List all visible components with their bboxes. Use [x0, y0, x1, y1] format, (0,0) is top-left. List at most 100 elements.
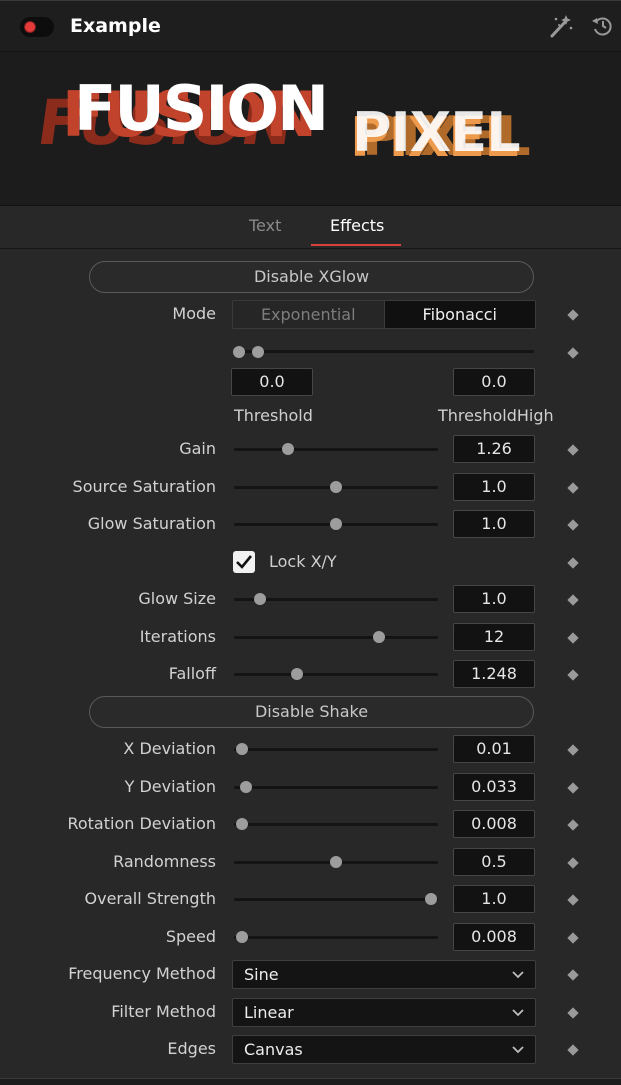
logo-banner: FUSION FUSION FUSION PIXEL PIXEL PIXEL [0, 52, 621, 206]
speed-field[interactable]: 0.008 [453, 923, 535, 951]
overall-strength-field[interactable]: 1.0 [453, 885, 535, 913]
iterations-field[interactable]: 12 [453, 623, 535, 651]
keyframe-icon[interactable] [567, 932, 579, 944]
keyframe-icon[interactable] [567, 594, 579, 606]
rotation-deviation-handle[interactable] [236, 818, 248, 830]
keyframe-icon[interactable] [567, 519, 579, 531]
x-deviation-label: X Deviation [123, 739, 216, 758]
lock-xy-checkbox[interactable] [233, 551, 255, 573]
y-deviation-label: Y Deviation [124, 777, 216, 796]
glow-size-label: Glow Size [138, 589, 216, 608]
fusion-pixel-logo: FUSION FUSION FUSION PIXEL PIXEL PIXEL [33, 72, 531, 169]
x-deviation-handle[interactable] [236, 743, 248, 755]
keyframe-icon[interactable] [567, 969, 579, 981]
threshold-high-handle[interactable] [252, 346, 264, 358]
source-saturation-label: Source Saturation [72, 477, 216, 496]
keyframe-icon[interactable] [567, 557, 579, 569]
overall-strength-label: Overall Strength [84, 889, 216, 908]
edges-label: Edges [167, 1039, 216, 1058]
y-deviation-slider[interactable] [234, 786, 438, 789]
keyframe-icon[interactable] [567, 1044, 579, 1056]
lock-xy-label: Lock X/Y [269, 552, 337, 571]
node-title: Example [70, 15, 161, 37]
keyframe-icon[interactable] [567, 482, 579, 494]
chevron-down-icon [512, 971, 524, 979]
record-dot-icon [25, 22, 35, 32]
frequency-method-value: Sine [244, 965, 279, 984]
threshold-low-handle[interactable] [233, 346, 245, 358]
rotation-deviation-field[interactable]: 0.008 [453, 810, 535, 838]
glow-size-handle[interactable] [254, 593, 266, 605]
randomness-label: Randomness [113, 852, 216, 871]
y-deviation-field[interactable]: 0.033 [453, 773, 535, 801]
glow-saturation-field[interactable]: 1.0 [453, 510, 535, 538]
magic-wand-icon[interactable] [548, 13, 574, 39]
speed-label: Speed [165, 927, 216, 946]
mode-fibonacci-option[interactable]: Fibonacci [384, 301, 535, 328]
keyframe-icon[interactable] [567, 347, 579, 359]
glow-saturation-label: Glow Saturation [87, 514, 216, 533]
chevron-down-icon [512, 1009, 524, 1017]
keyframe-icon[interactable] [567, 857, 579, 869]
keyframe-icon[interactable] [567, 1007, 579, 1019]
svg-text:PIXEL: PIXEL [352, 101, 520, 164]
keyframe-icon[interactable] [567, 744, 579, 756]
keyframe-icon[interactable] [567, 782, 579, 794]
disable-xglow-button[interactable]: Disable XGlow [89, 261, 534, 293]
randomness-handle[interactable] [330, 856, 342, 868]
edges-value: Canvas [244, 1040, 303, 1059]
chevron-down-icon [512, 1046, 524, 1054]
gain-field[interactable]: 1.26 [453, 435, 535, 463]
reset-icon[interactable] [590, 13, 616, 39]
tab-bar: Text Effects [0, 206, 621, 249]
x-deviation-field[interactable]: 0.01 [453, 735, 535, 763]
falloff-label: Falloff [168, 664, 216, 683]
filter-method-label: Filter Method [111, 1002, 216, 1021]
threshold-label: Threshold [234, 406, 313, 425]
threshold-range-track[interactable] [234, 350, 534, 353]
edges-dropdown[interactable]: Canvas [232, 1035, 536, 1064]
speed-handle[interactable] [236, 931, 248, 943]
gain-slider[interactable] [234, 448, 438, 451]
x-deviation-slider[interactable] [234, 748, 438, 751]
gain-slider-handle[interactable] [282, 443, 294, 455]
tab-text[interactable]: Text [249, 216, 281, 235]
disable-shake-button[interactable]: Disable Shake [89, 696, 534, 728]
threshold-high-field[interactable]: 0.0 [453, 368, 535, 396]
filter-method-dropdown[interactable]: Linear [232, 998, 536, 1027]
keyframe-icon[interactable] [567, 894, 579, 906]
y-deviation-handle[interactable] [240, 781, 252, 793]
frequency-method-dropdown[interactable]: Sine [232, 960, 536, 989]
iterations-label: Iterations [139, 627, 216, 646]
threshold-field[interactable]: 0.0 [231, 368, 313, 396]
keyframe-icon[interactable] [567, 669, 579, 681]
overall-strength-handle[interactable] [425, 893, 437, 905]
iterations-handle[interactable] [373, 631, 385, 643]
speed-slider[interactable] [234, 936, 438, 939]
rotation-deviation-label: Rotation Deviation [67, 814, 216, 833]
svg-text:FUSION: FUSION [74, 72, 327, 145]
iterations-slider[interactable] [234, 636, 438, 639]
tab-effects[interactable]: Effects [330, 216, 384, 235]
node-header: Example [0, 0, 621, 52]
mode-selector: Exponential Fibonacci [232, 300, 536, 329]
mode-exponential-option[interactable]: Exponential [233, 301, 385, 328]
falloff-field[interactable]: 1.248 [453, 660, 535, 688]
rotation-deviation-slider[interactable] [234, 823, 438, 826]
glow-saturation-handle[interactable] [330, 518, 342, 530]
source-saturation-field[interactable]: 1.0 [453, 473, 535, 501]
gain-label: Gain [179, 439, 216, 458]
keyframe-icon[interactable] [567, 819, 579, 831]
enable-toggle[interactable] [20, 17, 54, 37]
keyframe-icon[interactable] [567, 632, 579, 644]
falloff-handle[interactable] [291, 668, 303, 680]
glow-size-field[interactable]: 1.0 [453, 585, 535, 613]
source-saturation-handle[interactable] [330, 481, 342, 493]
overall-strength-slider[interactable] [234, 898, 438, 901]
randomness-field[interactable]: 0.5 [453, 848, 535, 876]
falloff-slider[interactable] [234, 673, 438, 676]
keyframe-icon[interactable] [567, 444, 579, 456]
mode-label: Mode [172, 304, 216, 323]
keyframe-icon[interactable] [567, 309, 579, 321]
active-tab-indicator [311, 244, 401, 246]
